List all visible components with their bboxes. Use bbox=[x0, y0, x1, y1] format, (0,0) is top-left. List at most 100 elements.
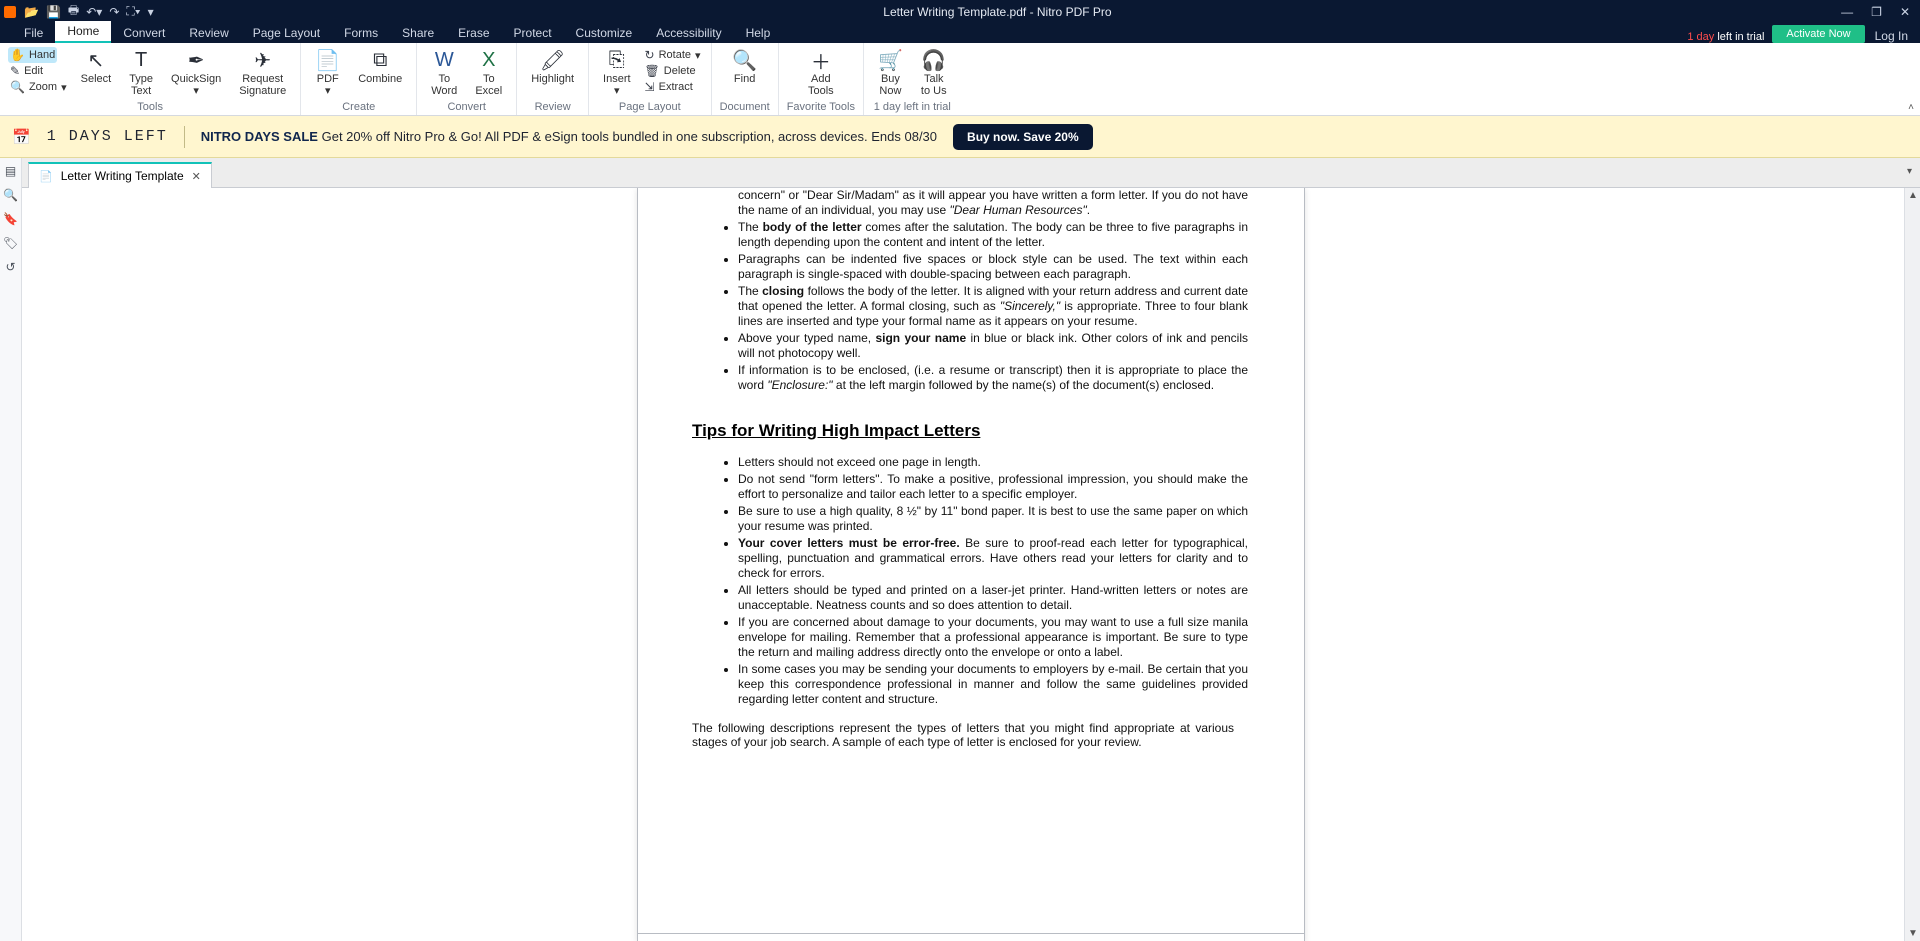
trash-icon: 🗑 bbox=[645, 64, 660, 78]
support-icon: 🎧 bbox=[921, 47, 946, 73]
tags-panel-icon[interactable]: 🏷 bbox=[3, 236, 18, 250]
menu-protect[interactable]: Protect bbox=[502, 23, 564, 43]
pdf-button[interactable]: 📄PDF▾ bbox=[309, 45, 346, 99]
menu-review[interactable]: Review bbox=[177, 23, 240, 43]
menu-share[interactable]: Share bbox=[390, 23, 446, 43]
undo-icon[interactable]: ↶▾ bbox=[86, 5, 102, 19]
menu-file[interactable]: File bbox=[12, 23, 55, 43]
restore-button[interactable]: ❐ bbox=[1871, 5, 1882, 19]
resize-icon[interactable]: ⛶▾ bbox=[126, 4, 140, 19]
close-button[interactable]: ✕ bbox=[1900, 5, 1910, 19]
menu-accessibility[interactable]: Accessibility bbox=[644, 23, 733, 43]
document-area: ▤ 🔍 🔖 🏷 ↺ 📄 Letter Writing Template ✕ ▾ … bbox=[0, 158, 1920, 941]
pages-panel-icon[interactable]: ▤ bbox=[5, 164, 16, 178]
vertical-scrollbar[interactable]: ▲ ▼ bbox=[1904, 188, 1920, 941]
delete-button[interactable]: 🗑Delete bbox=[643, 63, 698, 79]
talk-to-us-button[interactable]: 🎧Talk to Us bbox=[915, 45, 953, 99]
menu-forms[interactable]: Forms bbox=[332, 23, 390, 43]
save-icon[interactable]: 💾 bbox=[46, 5, 61, 19]
quick-access-toolbar: 📂 💾 🖶 ↶▾ ↷ ⛶▾ ▾ bbox=[24, 1, 154, 22]
zoom-icon: 🔍 bbox=[10, 80, 25, 94]
insert-button[interactable]: ⎘Insert▾ bbox=[597, 45, 637, 99]
hand-tool[interactable]: ✋Hand bbox=[8, 47, 57, 63]
to-excel-button[interactable]: XTo Excel bbox=[469, 45, 508, 99]
group-trial: 🛒Buy Now 🎧Talk to Us 1 day left in trial bbox=[864, 43, 961, 115]
redo-icon[interactable]: ↷ bbox=[109, 5, 119, 19]
menu-page-layout[interactable]: Page Layout bbox=[241, 23, 332, 43]
hand-icon: ✋ bbox=[10, 48, 25, 62]
zoom-tool[interactable]: 🔍Zoom ▾ bbox=[8, 79, 69, 95]
title-bar: 📂 💾 🖶 ↶▾ ↷ ⛶▾ ▾ Letter Writing Template.… bbox=[0, 0, 1920, 23]
group-document: 🔍Find Document bbox=[712, 43, 779, 115]
login-button[interactable]: Log In bbox=[1875, 29, 1908, 43]
list-item: All letters should be typed and printed … bbox=[738, 583, 1248, 613]
menu-convert[interactable]: Convert bbox=[111, 23, 177, 43]
window-title: Letter Writing Template.pdf - Nitro PDF … bbox=[154, 5, 1842, 19]
search-icon: 🔍 bbox=[732, 47, 757, 73]
group-convert: WTo Word XTo Excel Convert bbox=[417, 43, 517, 115]
add-tools-button[interactable]: ＋Add Tools bbox=[802, 45, 840, 99]
promo-buy-button[interactable]: Buy now. Save 20% bbox=[953, 124, 1093, 150]
highlight-icon: 🖍 bbox=[540, 47, 565, 73]
list-item: Be sure to use a high quality, 8 ½" by 1… bbox=[738, 504, 1248, 534]
select-button[interactable]: ↖Select bbox=[75, 45, 118, 99]
close-tab-button[interactable]: ✕ bbox=[192, 170, 201, 183]
edit-tool[interactable]: ✎Edit bbox=[8, 63, 45, 79]
scroll-down-icon[interactable]: ▼ bbox=[1908, 928, 1918, 939]
highlight-button[interactable]: 🖍Highlight bbox=[525, 45, 580, 87]
combine-button[interactable]: ⧉Combine bbox=[352, 45, 408, 99]
attachments-panel-icon[interactable]: ↺ bbox=[5, 260, 15, 274]
scroll-up-icon[interactable]: ▲ bbox=[1908, 190, 1918, 201]
menu-bar: File Home Convert Review Page Layout For… bbox=[0, 23, 1920, 43]
word-icon: W bbox=[435, 47, 454, 73]
group-label-page-layout: Page Layout bbox=[619, 101, 681, 115]
ribbon: ✋Hand ✎Edit 🔍Zoom ▾ ↖Select TType Text ✒… bbox=[0, 43, 1920, 116]
group-review: 🖍Highlight Review bbox=[517, 43, 589, 115]
group-label-review: Review bbox=[535, 101, 571, 115]
group-label-document: Document bbox=[720, 101, 770, 115]
extract-button[interactable]: ⇲Extract bbox=[643, 79, 695, 95]
doc-icon: 📄 bbox=[39, 170, 53, 183]
menu-customize[interactable]: Customize bbox=[564, 23, 645, 43]
tab-options-button[interactable]: ▾ bbox=[1907, 166, 1912, 177]
request-signature-button[interactable]: ✈Request Signature bbox=[233, 45, 292, 99]
page-canvas[interactable]: concern" or "Dear Sir/Madam" as it will … bbox=[22, 188, 1920, 941]
quicksign-button[interactable]: ✒QuickSign▾ bbox=[165, 45, 227, 99]
group-favorite-tools: ＋Add Tools Favorite Tools bbox=[779, 43, 864, 115]
pdf-page: concern" or "Dear Sir/Madam" as it will … bbox=[637, 188, 1305, 941]
list-item: Paragraphs can be indented five spaces o… bbox=[738, 252, 1248, 282]
combine-icon: ⧉ bbox=[373, 47, 387, 73]
group-page-layout: ⎘Insert▾ ↻Rotate ▾ 🗑Delete ⇲Extract Page… bbox=[589, 43, 712, 115]
search-panel-icon[interactable]: 🔍 bbox=[3, 188, 18, 202]
type-icon: T bbox=[135, 47, 147, 73]
minimize-button[interactable]: — bbox=[1841, 5, 1853, 19]
menu-help[interactable]: Help bbox=[734, 23, 783, 43]
menu-home[interactable]: Home bbox=[55, 21, 111, 43]
activate-button[interactable]: Activate Now bbox=[1772, 25, 1864, 43]
collapse-ribbon-button[interactable]: ˄ bbox=[1908, 102, 1914, 113]
main-panel: 📄 Letter Writing Template ✕ ▾ concern" o… bbox=[22, 158, 1920, 941]
to-word-button[interactable]: WTo Word bbox=[425, 45, 463, 99]
pen-icon: ✒ bbox=[188, 47, 205, 73]
edit-icon: ✎ bbox=[10, 64, 20, 78]
list-item: In some cases you may be sending your do… bbox=[738, 662, 1248, 707]
list-item: Letters should not exceed one page in le… bbox=[738, 455, 1248, 470]
find-button[interactable]: 🔍Find bbox=[726, 45, 763, 87]
group-create: 📄PDF▾ ⧉Combine Create bbox=[301, 43, 417, 115]
group-tools: ✋Hand ✎Edit 🔍Zoom ▾ ↖Select TType Text ✒… bbox=[0, 43, 301, 115]
buy-now-button[interactable]: 🛒Buy Now bbox=[872, 45, 909, 99]
next-page-edge bbox=[637, 933, 1305, 941]
list-item: Your cover letters must be error-free. B… bbox=[738, 536, 1248, 581]
rotate-button[interactable]: ↻Rotate ▾ bbox=[643, 47, 703, 63]
open-icon[interactable]: 📂 bbox=[24, 5, 39, 19]
type-text-button[interactable]: TType Text bbox=[123, 45, 159, 99]
cart-icon: 🛒 bbox=[878, 47, 903, 73]
document-tab[interactable]: 📄 Letter Writing Template ✕ bbox=[28, 162, 212, 188]
menu-erase[interactable]: Erase bbox=[446, 23, 501, 43]
bookmarks-panel-icon[interactable]: 🔖 bbox=[3, 212, 18, 226]
document-tab-label: Letter Writing Template bbox=[61, 169, 184, 183]
rotate-icon: ↻ bbox=[645, 48, 655, 62]
print-icon[interactable]: 🖶 bbox=[68, 1, 79, 22]
calendar-icon: 📅 bbox=[12, 128, 31, 146]
pdf-icon: 📄 bbox=[315, 47, 340, 73]
